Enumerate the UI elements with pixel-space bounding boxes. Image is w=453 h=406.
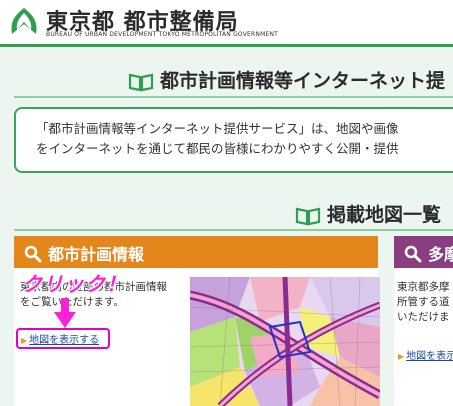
desc-line: いただけま [397,311,450,323]
card-tama-header[interactable]: 多摩 [394,236,453,268]
section-title-maps: 掲載地図一覧 [295,200,441,227]
click-highlight-box [16,328,110,349]
arrow-down-icon [54,298,76,328]
desc-line: をご覧いただけます。 [20,296,124,308]
intro-line: をインターネットを通じて都民の皆様にわかりやすく公開・提供 [36,141,399,156]
click-annotation: クリック！ [22,272,127,296]
show-map-link-text[interactable]: 地図を表示 [406,351,453,362]
desc-line: 東京都多摩 [397,281,450,293]
section-title-service: 都市計画情報等インターネット提 [128,66,445,93]
show-map-link-tama[interactable]: ▶ 地図を表示 [398,347,453,362]
service-intro-box: 「都市計画情報等インターネット提供サービス」は、地図や画像 をインターネットを通… [14,107,453,173]
card-urban-planning-header[interactable]: 都市計画情報 [14,236,378,268]
card-tama-title: 多摩 [428,245,453,264]
section-title-service-text: 都市計画情報等インターネット提 [160,70,446,92]
section-divider [14,96,453,98]
search-icon [404,245,422,263]
search-icon [24,245,42,263]
site-header: 東京都 都市整備局 BUREAU OF URBAN DEVELOPMENT TO… [0,0,453,47]
card-urban-planning-title: 都市計画情報 [48,245,145,264]
book-icon [128,73,154,91]
book-icon [295,207,321,225]
tokyo-logo-icon[interactable] [8,6,40,36]
desc-line: 所管する道 [397,296,450,308]
map-thumbnail[interactable] [190,277,380,406]
section-title-maps-text: 掲載地図一覧 [327,204,442,226]
triangle-right-icon: ▶ [398,352,405,361]
card-tama-desc: 東京都多摩 所管する道 いただけま [397,280,450,325]
section-divider [14,229,453,231]
intro-line: 「都市計画情報等インターネット提供サービス」は、地図や画像 [36,121,399,136]
org-name-en: BUREAU OF URBAN DEVELOPMENT TOKYO METROP… [46,31,279,38]
